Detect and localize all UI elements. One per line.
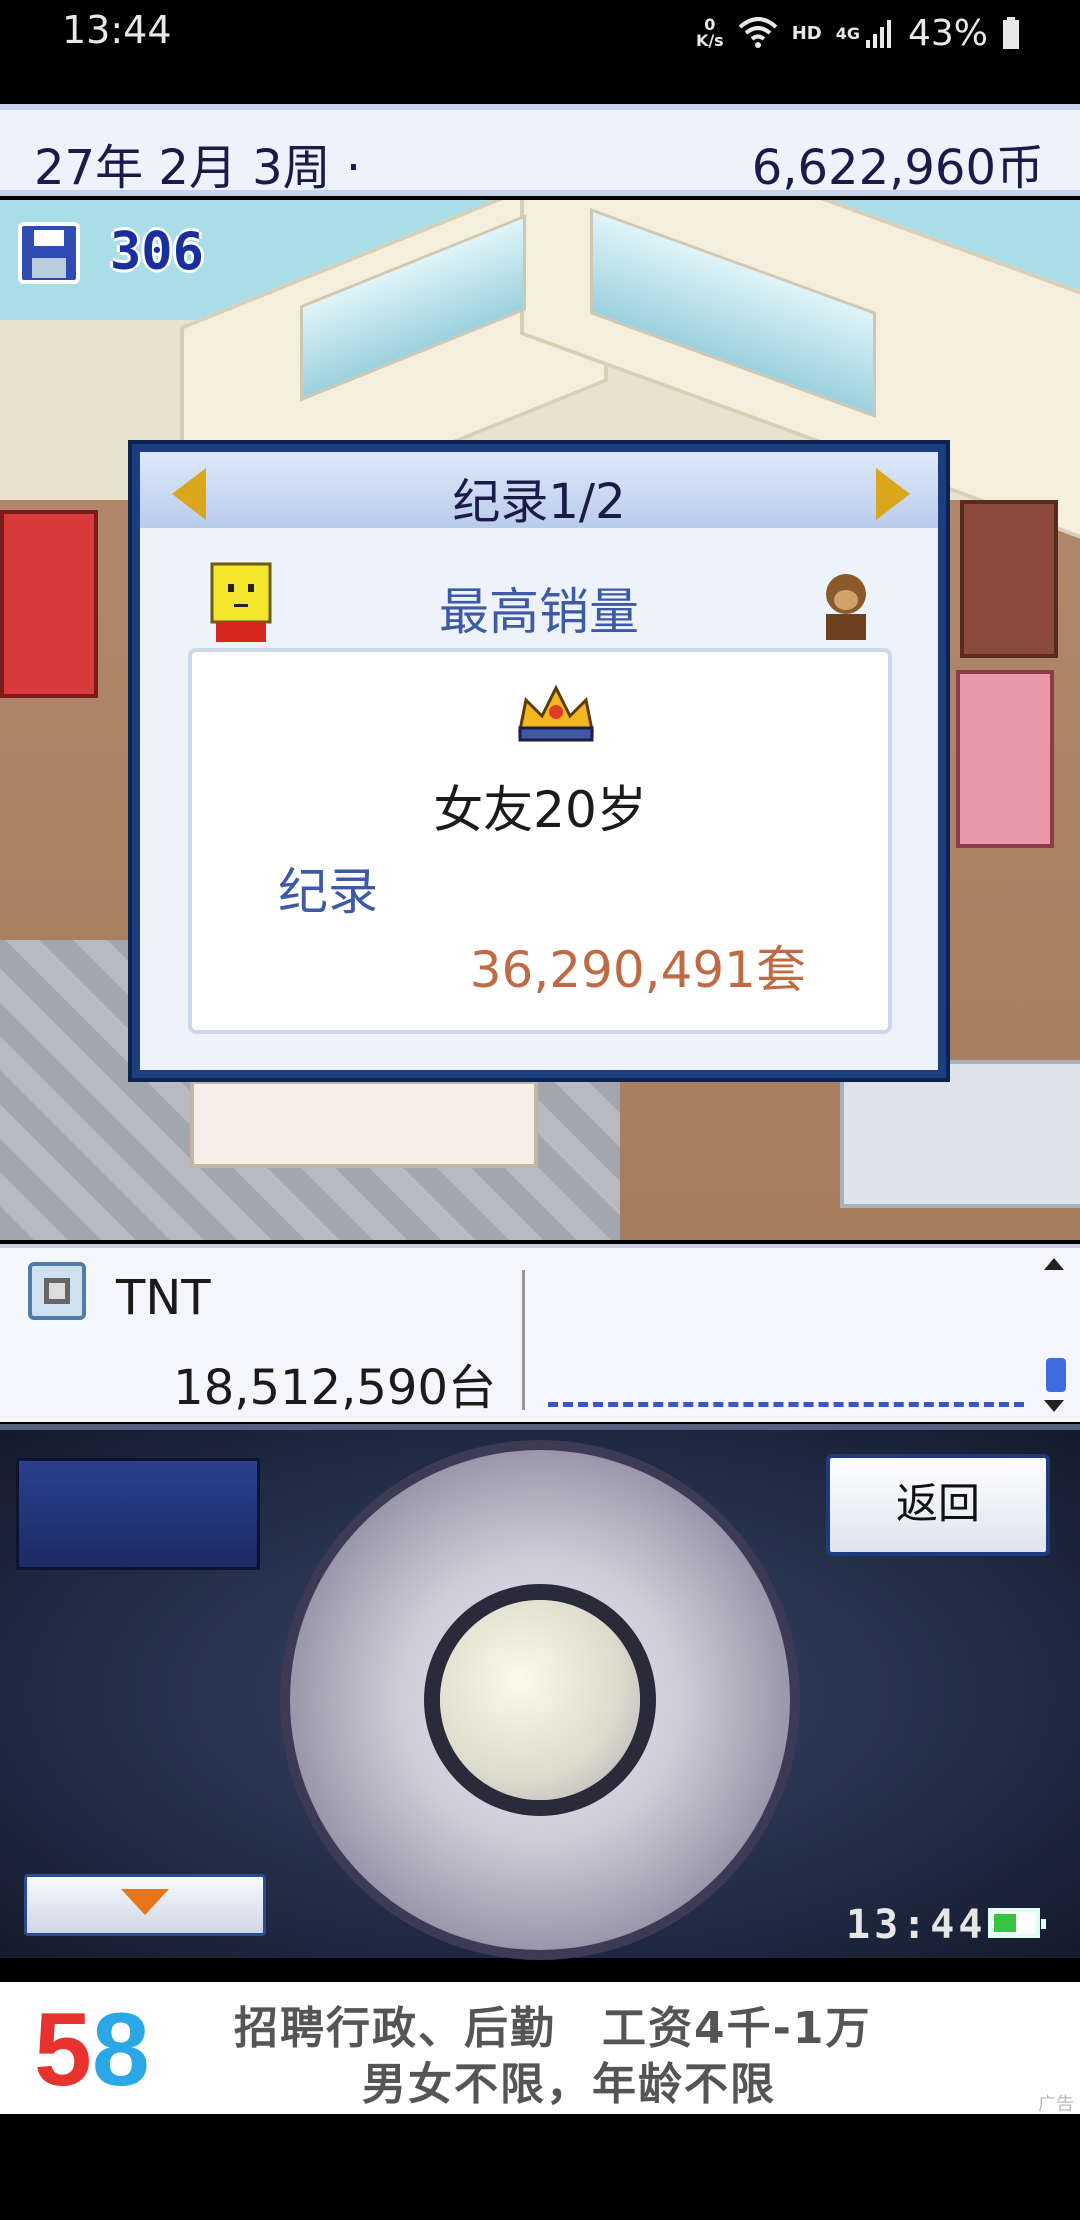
battery-icon [1003,17,1019,49]
money-display: 6,622,960币 [751,140,1044,196]
game-title: 女友20岁 [433,781,647,839]
status-indicators: 0 K/s HD 4G 43% [696,8,1020,58]
wall-poster [956,670,1054,848]
dialog-subtitle: 最高销量 [439,583,639,641]
battery-percent: 43% [907,12,988,54]
monkey-character-icon [826,574,866,640]
office-desk [190,1080,538,1168]
record-dialog: 纪录1/2 最高销量 女友20岁 纪录 36,290,491套 [128,440,950,1082]
net-speed: 0 K/s [695,15,724,50]
arrow-right-icon[interactable] [876,468,910,520]
info-scrollbar[interactable] [1044,1258,1070,1412]
dpad-up-button[interactable] [480,1470,600,1590]
ad-banner[interactable]: 58 招聘行政、后勤 工资4千-1万 男女不限，年龄不限 广告 [0,1982,1080,2115]
ad-logo: 58 [34,1992,150,2108]
info-divider [522,1270,525,1410]
record-dialog-body: 纪录1/2 最高销量 女友20岁 纪录 36,290,491套 [140,452,938,1070]
menu-toggle-button[interactable] [24,1874,266,1936]
console-icon [28,1262,86,1320]
dpad-center-button[interactable] [440,1600,640,1800]
network-type: 4G [835,23,860,43]
game-header: 27年 2月 3周 · 6,622,960币 [0,104,1080,196]
crown-icon [518,684,594,742]
game-clock: 13:44 [846,1902,987,1948]
dpad-right-button[interactable] [650,1640,770,1760]
status-box [16,1458,260,1570]
hd-label: HD [791,22,822,44]
record-label: 纪录 [278,863,378,921]
ad-text-line2: 男女不限，年龄不限 [362,2059,776,2110]
record-card: 女友20岁 纪录 36,290,491套 [188,648,892,1034]
record-value: 36,290,491套 [469,941,806,999]
down-arrow-icon [121,1889,169,1915]
status-time: 13:44 [62,8,172,52]
scroll-up-icon[interactable] [1044,1258,1064,1270]
console-sales: 18,512,590台 [173,1360,496,1416]
console-name: TNT [116,1270,211,1326]
status-bar: 13:44 0 K/s HD 4G 43% [0,0,1080,70]
back-button[interactable]: 返回 [826,1454,1050,1556]
record-dialog-titlebar: 纪录1/2 [140,452,938,530]
wifi-icon [738,17,778,48]
signal-icon [865,20,891,48]
save-count: 306 [110,222,204,282]
scroll-down-icon[interactable] [1044,1400,1064,1412]
scroll-thumb[interactable] [1046,1358,1066,1392]
office-shelf [840,1060,1080,1208]
vending-machine [0,510,98,698]
save-icon[interactable] [18,222,80,284]
dpad[interactable] [290,1450,790,1950]
sales-graph-line [548,1402,1024,1407]
dialog-title: 纪录1/2 [452,474,626,530]
ad-tag: 广告 [1038,2094,1074,2115]
controller-panel: 返回 13:44 [0,1424,1080,1958]
console-info-panel: TNT 18,512,590台 [0,1244,1080,1422]
wall-poster-2 [960,500,1058,658]
ad-text-line1: 招聘行政、后勤 工资4千-1万 [234,2003,872,2054]
game-date: 27年 2月 3周 · [34,140,362,196]
dpad-down-button[interactable] [480,1810,600,1930]
battery-icon [988,1908,1046,1938]
dpad-left-button[interactable] [310,1640,430,1760]
